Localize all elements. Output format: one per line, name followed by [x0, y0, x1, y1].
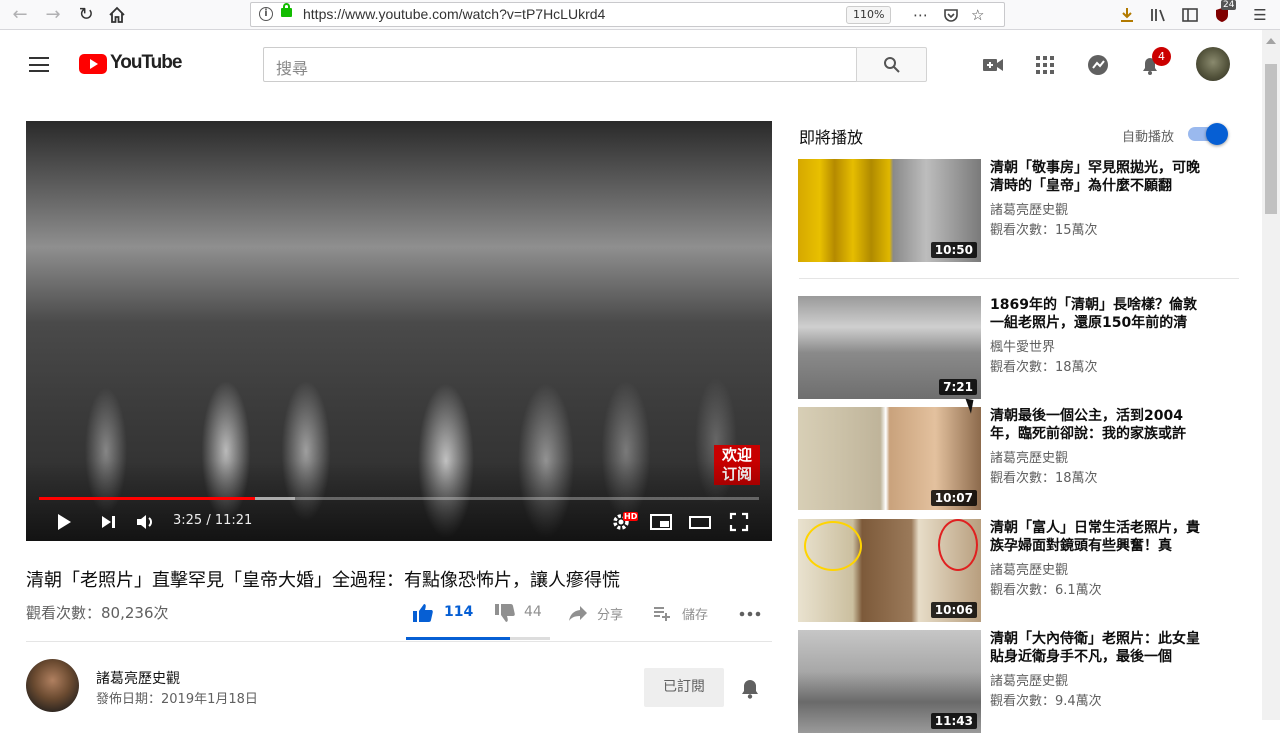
back-arrow-icon[interactable]: ←: [8, 3, 32, 27]
save-label: 儲存: [682, 608, 709, 623]
scrollbar-thumb[interactable]: [1265, 64, 1277, 214]
miniplayer-icon[interactable]: [649, 511, 673, 533]
downloads-icon[interactable]: [1117, 4, 1137, 26]
video-title: 清朝「老照片」直擊罕見「皇帝大婚」全過程：有點像恐怖片，讓人瘮得慌: [26, 570, 620, 591]
time-display: 3:25 / 11:21: [173, 513, 253, 528]
like-button[interactable]: 114: [412, 603, 474, 623]
play-icon[interactable]: [54, 511, 74, 533]
video-thumbnail[interactable]: 11:43: [798, 630, 981, 733]
autoplay-label: 自動播放: [1122, 130, 1175, 145]
browser-toolbar: ← → ↻ i https://www.youtube.com/watch?v=…: [0, 0, 1280, 30]
pocket-icon[interactable]: [943, 5, 959, 28]
more-actions-icon[interactable]: [738, 603, 764, 623]
recommended-title[interactable]: 清朝「敬事房」罕見照拋光，可晚清時的「皇帝」為什麼不願翻: [990, 159, 1210, 195]
create-video-icon[interactable]: [980, 52, 1006, 78]
share-label: 分享: [597, 608, 624, 623]
duration-badge: 7:21: [939, 379, 977, 395]
volume-icon[interactable]: [135, 511, 157, 533]
recommended-views: 觀看次數：15萬次: [990, 223, 1098, 238]
recommended-channel[interactable]: 楓牛愛世界: [990, 336, 1055, 355]
youtube-play-icon: [79, 54, 107, 74]
forward-arrow-icon[interactable]: →: [41, 3, 65, 27]
hd-badge: HD: [623, 512, 639, 521]
playlist-add-icon: [654, 607, 670, 621]
duration-badge: 10:50: [930, 242, 977, 258]
thumbs-down-icon: [495, 604, 515, 622]
subscribed-button[interactable]: 已訂閱: [644, 668, 724, 707]
fullscreen-icon[interactable]: [728, 511, 750, 533]
page-scrollbar[interactable]: [1262, 30, 1280, 720]
like-count: 114: [444, 604, 474, 620]
recommended-channel[interactable]: 諸葛亮歷史觀: [990, 447, 1068, 466]
logo-text: YouTube: [110, 52, 182, 73]
sidebar-toggle-icon[interactable]: [1180, 4, 1200, 26]
page-actions-icon[interactable]: ⋯: [913, 5, 928, 25]
youtube-header: YouTube 搜尋 4: [0, 30, 1262, 100]
duration-badge: 10:06: [930, 602, 977, 618]
guide-menu-icon[interactable]: [29, 57, 49, 72]
video-thumbnail[interactable]: 10:06: [798, 519, 981, 622]
save-button[interactable]: 儲存: [652, 603, 722, 623]
video-thumbnail[interactable]: 7:21: [798, 296, 981, 399]
recommended-views: 觀看次數：18萬次: [990, 471, 1098, 486]
menu-icon[interactable]: ☰: [1250, 4, 1270, 26]
extension-badge: 24: [1221, 0, 1237, 10]
search-button[interactable]: [856, 47, 927, 82]
notification-bell-icon[interactable]: [739, 676, 761, 704]
account-avatar[interactable]: [1196, 47, 1230, 81]
recommended-title[interactable]: 清朝「富人」日常生活老照片，貴族孕婦面對鏡頭有些興奮！真: [990, 519, 1210, 555]
view-count: 觀看次數：80,236次: [26, 604, 169, 622]
dislike-button[interactable]: 44: [494, 603, 554, 623]
duration-badge: 10:07: [930, 490, 977, 506]
search-input[interactable]: 搜尋: [263, 47, 857, 82]
recommended-channel[interactable]: 諸葛亮歷史觀: [990, 199, 1068, 218]
dislike-count: 44: [524, 604, 542, 620]
autoplay-toggle[interactable]: [1188, 123, 1228, 145]
notification-count-badge: 4: [1152, 47, 1171, 66]
address-bar[interactable]: i https://www.youtube.com/watch?v=tP7HcL…: [250, 2, 1005, 27]
recommended-title[interactable]: 1869年的「清朝」長啥樣？倫敦一組老照片，還原150年前的清: [990, 296, 1210, 332]
lock-icon: [281, 3, 292, 17]
progress-bar[interactable]: [39, 497, 759, 500]
messages-icon[interactable]: [1085, 52, 1111, 78]
share-arrow-icon: [569, 606, 587, 621]
recommended-title[interactable]: 清朝「大內侍衛」老照片：此女皇貼身近衛身手不凡，最後一個: [990, 630, 1210, 666]
recommended-views: 觀看次數：18萬次: [990, 360, 1098, 375]
share-button[interactable]: 分享: [568, 603, 638, 623]
up-next-heading: 即將播放: [799, 128, 864, 147]
reload-icon[interactable]: ↻: [74, 3, 98, 27]
home-icon[interactable]: [105, 3, 129, 27]
thumbs-up-icon: [413, 604, 433, 622]
recommended-video[interactable]: 10:50 清朝「敬事房」罕見照拋光，可晚清時的「皇帝」為什麼不願翻 諸葛亮歷史…: [798, 159, 1238, 262]
recommended-video[interactable]: 7:21 1869年的「清朝」長啥樣？倫敦一組老照片，還原150年前的清 楓牛愛…: [798, 296, 1238, 399]
next-icon[interactable]: [99, 511, 119, 533]
video-thumbnail[interactable]: 10:50: [798, 159, 981, 262]
site-info-icon[interactable]: i: [259, 7, 273, 21]
apps-grid-icon[interactable]: [1032, 52, 1058, 78]
recommended-views: 觀看次數：6.1萬次: [990, 583, 1102, 598]
bookmark-star-icon[interactable]: ☆: [971, 5, 984, 25]
url-text[interactable]: https://www.youtube.com/watch?v=tP7HcLUk…: [303, 6, 605, 22]
channel-avatar[interactable]: [26, 659, 79, 712]
theater-mode-icon[interactable]: [688, 511, 712, 533]
scroll-up-arrow-icon[interactable]: [1266, 38, 1276, 44]
recommended-video[interactable]: 10:06 清朝「富人」日常生活老照片，貴族孕婦面對鏡頭有些興奮！真 諸葛亮歷史…: [798, 519, 1238, 622]
video-player[interactable]: 欢迎 订阅 3:25 / 11:21 HD: [26, 121, 772, 541]
duration-badge: 11:43: [930, 713, 977, 729]
publish-date: 發佈日期：2019年1月18日: [96, 692, 258, 707]
sentiment-bar: [406, 637, 550, 640]
recommended-views: 觀看次數：9.4萬次: [990, 694, 1102, 709]
recommended-video[interactable]: 10:07 清朝最後一個公主，活到2004年，臨死前卻說：我的家族或許 諸葛亮歷…: [798, 407, 1238, 510]
zoom-level-button[interactable]: 110%: [846, 6, 892, 24]
search-icon: [884, 57, 900, 73]
video-thumbnail[interactable]: 10:07: [798, 407, 981, 510]
recommended-title[interactable]: 清朝最後一個公主，活到2004年，臨死前卻說：我的家族或許: [990, 407, 1210, 443]
recommended-channel[interactable]: 諸葛亮歷史觀: [990, 559, 1068, 578]
library-icon[interactable]: [1148, 4, 1168, 26]
channel-name[interactable]: 諸葛亮歷史觀: [96, 668, 180, 688]
played-bar: [39, 497, 255, 500]
recommended-channel[interactable]: 諸葛亮歷史觀: [990, 670, 1068, 689]
recommended-video[interactable]: 11:43 清朝「大內侍衛」老照片：此女皇貼身近衛身手不凡，最後一個 諸葛亮歷史…: [798, 630, 1238, 733]
